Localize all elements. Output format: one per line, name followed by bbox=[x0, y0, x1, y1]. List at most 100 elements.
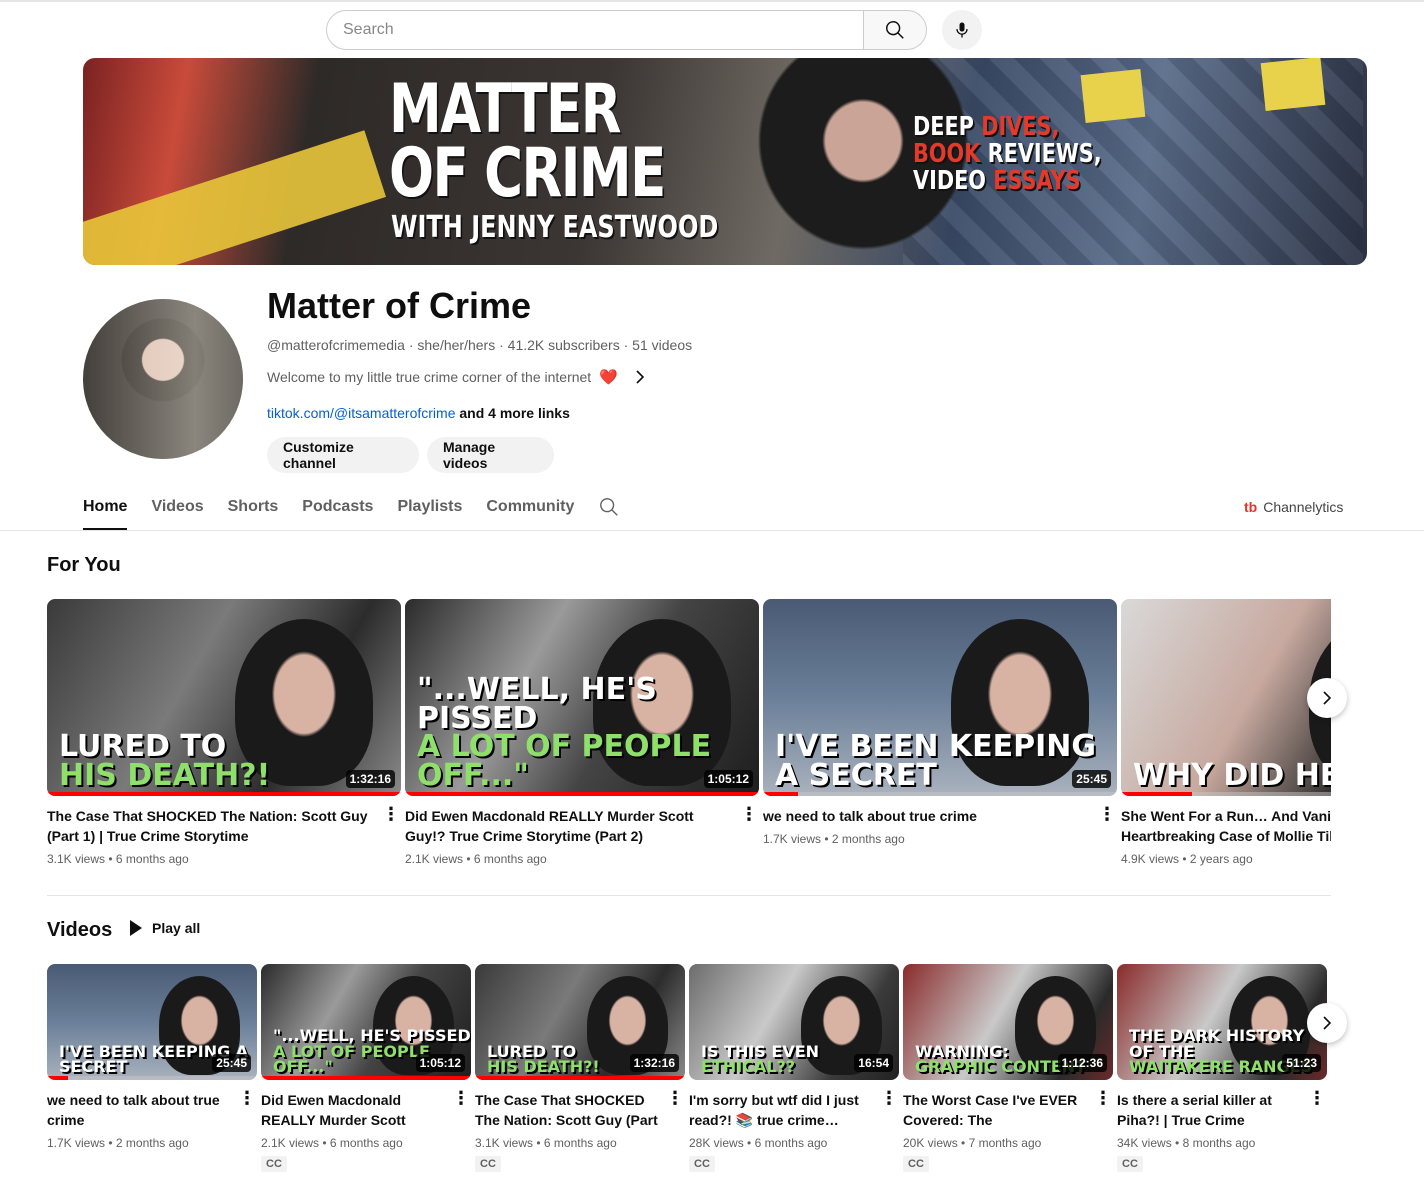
play-all-button[interactable]: Play all bbox=[130, 920, 200, 936]
kebab-icon[interactable]: ⋮ bbox=[237, 1088, 257, 1109]
subscriber-count: 41.2K subscribers bbox=[507, 337, 620, 353]
mic-icon bbox=[956, 22, 968, 38]
video-card[interactable]: IS THIS EVEN ETHICAL?? 16:54 ⋮ I'm sorry but… bbox=[689, 964, 899, 1172]
search-box[interactable] bbox=[326, 10, 863, 50]
video-card[interactable]: "...WELL, HE'S PISSED A LOT OF PEOPLE OFF… bbox=[261, 964, 471, 1172]
video-title[interactable]: we need to talk about true crime bbox=[47, 1090, 257, 1130]
cc-badge: CC bbox=[261, 1156, 287, 1172]
tab-search-button[interactable] bbox=[598, 496, 620, 523]
channel-avatar[interactable] bbox=[83, 299, 243, 459]
thumbnail-overlay-text: LURED TO HIS DEATH?! bbox=[59, 732, 270, 790]
video-card[interactable]: "...WELL, HE'S PISSED A LOT OF PEOPLE OFF… bbox=[405, 599, 759, 866]
meta-separator: • bbox=[743, 1136, 755, 1150]
video-thumbnail[interactable]: WHY DID HE bbox=[1121, 599, 1331, 796]
video-card[interactable]: I'VE BEEN KEEPING A SECRET 25:45 ⋮ we need … bbox=[763, 599, 1117, 846]
watch-progress-track bbox=[763, 792, 1117, 796]
video-thumbnail[interactable]: LURED TO HIS DEATH?! 1:32:16 bbox=[47, 599, 401, 796]
channel-description[interactable]: Welcome to my little true crime corner o… bbox=[267, 368, 646, 386]
video-card[interactable]: I'VE BEEN KEEPING A SECRET 25:45 ⋮ we need … bbox=[47, 964, 257, 1150]
video-title[interactable]: I'm sorry but wtf did I just read?! 📚 tr… bbox=[689, 1090, 899, 1130]
overlay-line: I'VE BEEN KEEPING A SECRET bbox=[775, 729, 1097, 793]
channel-links: tiktok.com/@itsamatterofcrime and 4 more… bbox=[267, 405, 570, 421]
meta-separator: · bbox=[499, 337, 508, 353]
tag-word: DIVES, bbox=[981, 112, 1060, 142]
kebab-icon[interactable]: ⋮ bbox=[1097, 804, 1117, 825]
watch-progress-bar bbox=[763, 792, 799, 796]
video-thumbnail[interactable]: WARNING: GRAPHIC CONTENT 1:12:36 bbox=[903, 964, 1113, 1080]
meta-separator: • bbox=[1171, 1136, 1183, 1150]
video-title[interactable]: The Case That SHOCKED The Nation: Scott … bbox=[475, 1090, 685, 1130]
tab-community[interactable]: Community bbox=[486, 488, 574, 530]
video-thumbnail[interactable]: LURED TO HIS DEATH?! 1:32:16 bbox=[475, 964, 685, 1080]
kebab-icon[interactable]: ⋮ bbox=[665, 1088, 685, 1109]
kebab-icon[interactable]: ⋮ bbox=[739, 804, 759, 825]
manage-videos-button[interactable]: Manage videos bbox=[427, 437, 554, 473]
kebab-icon[interactable]: ⋮ bbox=[381, 804, 401, 825]
banner-title: MATTER OF CRIME bbox=[389, 76, 666, 208]
voice-search-button[interactable] bbox=[942, 10, 982, 50]
channelytics-button[interactable]: tb Channelytics bbox=[1244, 499, 1343, 515]
kebab-icon[interactable]: ⋮ bbox=[1307, 1088, 1327, 1109]
video-card[interactable]: LURED TO HIS DEATH?! 1:32:16 ⋮ The Case That… bbox=[47, 599, 401, 866]
videos-shelf: I'VE BEEN KEEPING A SECRET 25:45 ⋮ we need … bbox=[47, 964, 1331, 1189]
upload-age: 6 months ago bbox=[115, 852, 189, 866]
video-duration: 16:54 bbox=[854, 1054, 893, 1072]
video-card[interactable]: LURED TO HIS DEATH?! 1:32:16 ⋮ The Case That… bbox=[475, 964, 685, 1172]
view-count: 20K views bbox=[903, 1136, 958, 1150]
meta-separator: • bbox=[533, 1136, 544, 1150]
meta-separator: • bbox=[1179, 852, 1190, 866]
for-you-next-button[interactable] bbox=[1307, 678, 1347, 718]
video-title[interactable]: we need to talk about true crime bbox=[763, 806, 1117, 826]
video-card[interactable]: WARNING: GRAPHIC CONTENT 1:12:36 ⋮ The Worst… bbox=[903, 964, 1113, 1172]
video-card[interactable]: THE DARK HISTORY OF THE WAITAKERE RANGES 5… bbox=[1117, 964, 1327, 1172]
tab-home[interactable]: Home bbox=[83, 488, 128, 530]
video-thumbnail[interactable]: I'VE BEEN KEEPING A SECRET 25:45 bbox=[763, 599, 1117, 796]
meta-separator: • bbox=[821, 832, 832, 846]
view-count: 28K views bbox=[689, 1136, 744, 1150]
video-thumbnail[interactable]: "...WELL, HE'S PISSED A LOT OF PEOPLE OFF… bbox=[261, 964, 471, 1080]
video-thumbnail[interactable]: THE DARK HISTORY OF THE WAITAKERE RANGES 5… bbox=[1117, 964, 1327, 1080]
tag-word: BOOK bbox=[913, 139, 981, 169]
upload-age: 2 years ago bbox=[1189, 852, 1253, 866]
tiktok-link[interactable]: tiktok.com/@itsamatterofcrime bbox=[267, 405, 455, 421]
video-title[interactable]: The Case That SHOCKED The Nation: Scott … bbox=[47, 806, 401, 846]
video-title[interactable]: Did Ewen Macdonald REALLY Murder Scott G… bbox=[405, 806, 759, 846]
video-duration: 1:05:12 bbox=[703, 770, 753, 788]
video-duration: 1:12:36 bbox=[1057, 1054, 1107, 1072]
banner-tape bbox=[83, 130, 386, 265]
watch-progress-bar bbox=[261, 1076, 471, 1080]
watch-progress-bar bbox=[475, 1076, 685, 1080]
videos-next-button[interactable] bbox=[1307, 1003, 1347, 1043]
kebab-icon[interactable]: ⋮ bbox=[451, 1088, 471, 1109]
view-count: 3.1K views bbox=[47, 852, 106, 866]
video-meta: 1.7K views • 2 months ago bbox=[47, 1136, 257, 1150]
search-button[interactable] bbox=[863, 10, 927, 50]
tab-playlists[interactable]: Playlists bbox=[397, 488, 462, 530]
video-thumbnail[interactable]: I'VE BEEN KEEPING A SECRET 25:45 bbox=[47, 964, 257, 1080]
customize-channel-button[interactable]: Customize channel bbox=[267, 437, 419, 473]
video-title[interactable]: Is there a serial killer at Piha?! | Tru… bbox=[1117, 1090, 1327, 1130]
video-card[interactable]: WHY DID HE⋮She Went For a Run… And Vanis… bbox=[1121, 599, 1331, 866]
video-thumbnail[interactable]: IS THIS EVEN ETHICAL?? 16:54 bbox=[689, 964, 899, 1080]
video-thumbnail[interactable]: "...WELL, HE'S PISSED A LOT OF PEOPLE OFF… bbox=[405, 599, 759, 796]
video-meta: 2.1K views • 6 months ago bbox=[405, 852, 759, 866]
watch-progress-bar bbox=[405, 792, 759, 796]
for-you-shelf: LURED TO HIS DEATH?! 1:32:16 ⋮ The Case That… bbox=[47, 599, 1331, 879]
kebab-icon[interactable]: ⋮ bbox=[1093, 1088, 1113, 1109]
video-title[interactable]: The Worst Case I've EVER Covered: The DE… bbox=[903, 1090, 1113, 1130]
description-text: Welcome to my little true crime corner o… bbox=[267, 369, 592, 385]
more-links[interactable]: and 4 more links bbox=[459, 405, 569, 421]
tab-shorts[interactable]: Shorts bbox=[228, 488, 279, 530]
meta-separator: • bbox=[105, 852, 116, 866]
tab-podcasts[interactable]: Podcasts bbox=[302, 488, 373, 530]
tab-videos[interactable]: Videos bbox=[151, 488, 203, 530]
video-title[interactable]: Did Ewen Macdonald REALLY Murder Scott G… bbox=[261, 1090, 471, 1130]
thumbnail-overlay-text: WHY DID HE bbox=[1133, 760, 1331, 791]
kebab-icon[interactable]: ⋮ bbox=[879, 1088, 899, 1109]
channel-name: Matter of Crime bbox=[267, 285, 532, 326]
view-count: 2.1K views bbox=[405, 852, 464, 866]
play-icon bbox=[130, 920, 142, 936]
video-count: 51 videos bbox=[632, 337, 693, 353]
video-title[interactable]: She Went For a Run… And Vanished: The He… bbox=[1121, 806, 1331, 846]
search-input[interactable] bbox=[343, 21, 863, 39]
